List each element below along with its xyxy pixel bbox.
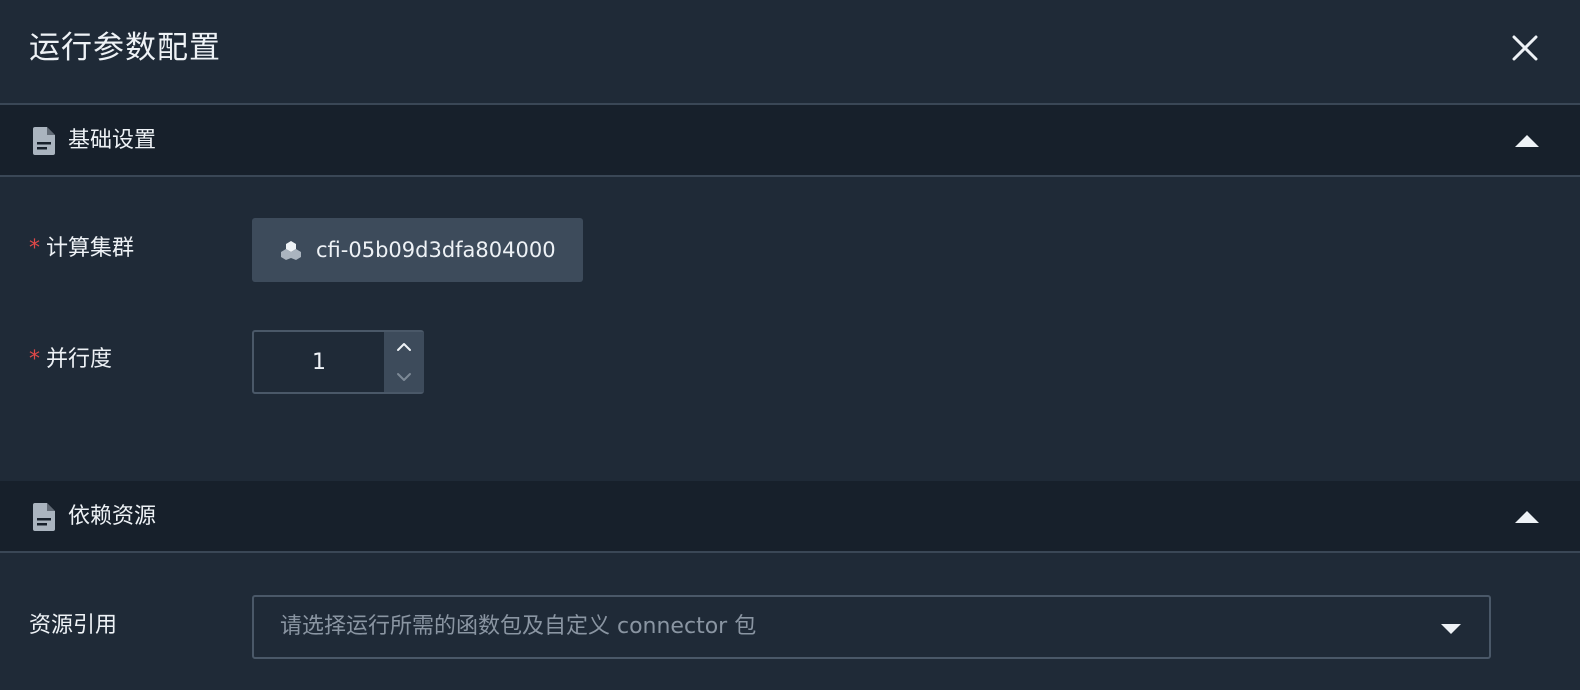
cluster-value: cfi-05b09d3dfa804000 [316,238,556,262]
cluster-chip[interactable]: cfi-05b09d3dfa804000 [252,218,583,282]
caret-up-icon[interactable] [1515,509,1539,525]
section-dependencies-title: 依赖资源 [68,504,157,529]
section-basic-header[interactable]: 基础设置 [0,105,1580,177]
chevron-up-icon [397,343,411,351]
close-icon [1512,35,1538,61]
stepper-controls [384,332,424,392]
decrement-button[interactable] [384,362,424,392]
resource-ref-select[interactable]: 请选择运行所需的函数包及自定义 connector 包 [252,595,1491,659]
caret-up-icon[interactable] [1515,133,1539,149]
parallelism-stepper: 1 [252,330,424,394]
parallelism-label-text: 并行度 [46,347,113,372]
section-basic-title: 基础设置 [68,128,157,153]
section-dependencies-header[interactable]: 依赖资源 [0,481,1580,553]
required-mark: * [29,236,40,261]
dialog-header: 运行参数配置 [0,0,1580,105]
parallelism-input[interactable]: 1 [254,332,384,392]
close-button[interactable] [1510,33,1540,63]
document-icon [33,503,55,531]
run-config-dialog: 运行参数配置 基础设置 *计算集群 cfi-05b09d3dfa804000 [0,0,1580,690]
cluster-icon [281,241,301,260]
caret-down-icon [1441,624,1461,634]
dialog-title: 运行参数配置 [29,30,221,66]
increment-button[interactable] [384,332,424,362]
required-mark: * [29,347,40,372]
resource-ref-label: 资源引用 [29,613,118,638]
parallelism-label: * 并行度 [29,344,112,376]
cluster-label-text: 计算集群 [46,236,135,261]
chevron-down-icon [397,373,411,381]
cluster-label: * 计算集群 [29,233,134,265]
resource-ref-placeholder: 请选择运行所需的函数包及自定义 connector 包 [280,614,757,639]
document-icon [33,127,55,155]
